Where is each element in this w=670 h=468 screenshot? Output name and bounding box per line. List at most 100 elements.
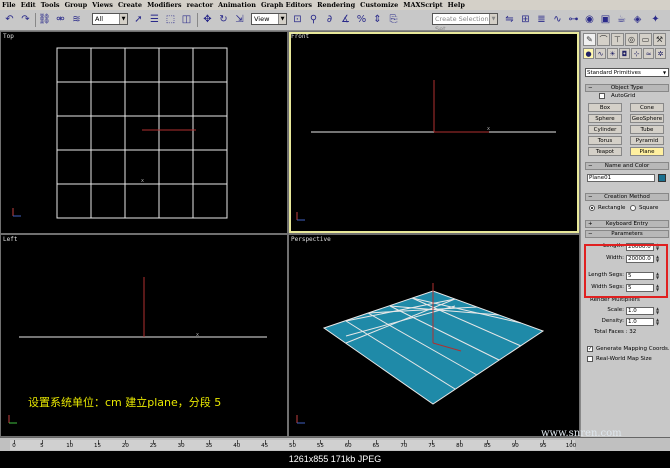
density-spinner-icon[interactable]: ▲ ▼	[655, 318, 660, 326]
display-tab-icon[interactable]: ▭	[639, 33, 652, 46]
motion-tab-icon[interactable]: ◎	[625, 33, 638, 46]
shapes-icon[interactable]: ∿	[595, 48, 606, 59]
select-object-icon[interactable]: ➚	[131, 12, 146, 27]
menu-maxscript[interactable]: MAXScript	[403, 1, 442, 9]
object-type-rollout[interactable]: − Object Type	[585, 84, 669, 92]
render-scene-icon[interactable]: ▣	[598, 12, 613, 27]
snap-toggle-icon[interactable]: ∂	[322, 12, 337, 27]
box-button[interactable]: Box	[588, 103, 622, 112]
menu-reactor[interactable]: reactor	[187, 1, 214, 9]
redo-icon[interactable]: ↷	[18, 12, 33, 27]
autogrid-label: AutoGrid	[611, 93, 636, 99]
density-field[interactable]: 1.0	[626, 318, 654, 326]
time-slider[interactable]: 0 5 10 15 20 25 30 35 40 45 50 55 60 65 70 75 80 85 90 95 10…	[0, 437, 670, 451]
square-radio[interactable]	[630, 205, 636, 211]
utilities-tab-icon[interactable]: ⚒	[653, 33, 666, 46]
systems-icon[interactable]: ✲	[655, 48, 666, 59]
selection-filter-dropdown[interactable]: All ▼	[92, 13, 128, 25]
keyboard-entry-rollout[interactable]: + Keyboard Entry	[585, 220, 669, 228]
menu-rendering[interactable]: Rendering	[317, 1, 355, 9]
mirror-icon[interactable]: ⇋	[502, 12, 517, 27]
real-world-map-checkbox[interactable]	[587, 356, 593, 362]
rectangular-selection-icon[interactable]: ⬚	[163, 12, 178, 27]
material-editor-icon[interactable]: ◉	[582, 12, 597, 27]
modify-tab-icon[interactable]: ⌒	[597, 33, 610, 46]
menu-animation[interactable]: Animation	[218, 1, 256, 9]
select-scale-icon[interactable]: ⇲	[232, 12, 247, 27]
select-by-name-icon[interactable]: ☰	[147, 12, 162, 27]
unlink-icon[interactable]: ⚮	[53, 12, 68, 27]
pyramid-button[interactable]: Pyramid	[630, 136, 664, 145]
layer-manager-icon[interactable]: ≣	[534, 12, 549, 27]
timeline-tick-label: 100	[565, 443, 577, 449]
pivot-center-icon[interactable]: ⊡	[290, 12, 305, 27]
object-name-field[interactable]: Plane01	[587, 174, 655, 182]
undo-icon[interactable]: ↶	[2, 12, 17, 27]
menu-edit[interactable]: Edit	[21, 1, 36, 9]
menu-help[interactable]: Help	[448, 1, 465, 9]
primitive-category-dropdown[interactable]: Standard Primitives ▼	[585, 68, 669, 77]
select-move-icon[interactable]: ✥	[200, 12, 215, 27]
generate-mapping-checkbox[interactable]: ✓	[587, 346, 593, 352]
scale-spinner-icon[interactable]: ▲ ▼	[655, 307, 660, 315]
chevron-down-icon: ▼	[278, 14, 286, 24]
reference-coordinate-dropdown[interactable]: View ▼	[251, 13, 287, 25]
viewport-perspective[interactable]: Perspective	[289, 235, 579, 436]
menu-create[interactable]: Create	[118, 1, 142, 9]
helpers-icon[interactable]: ⊹	[631, 48, 642, 59]
cylinder-button[interactable]: Cylinder	[588, 125, 622, 134]
edit-named-selections-icon[interactable]: ⎘	[386, 12, 401, 27]
space-warps-icon[interactable]: ≈	[643, 48, 654, 59]
menu-views[interactable]: Views	[92, 1, 113, 9]
tube-button[interactable]: Tube	[630, 125, 664, 134]
schematic-view-icon[interactable]: ⊶	[566, 12, 581, 27]
select-rotate-icon[interactable]: ↻	[216, 12, 231, 27]
autogrid-checkbox[interactable]	[599, 93, 605, 99]
menu-tools[interactable]: Tools	[41, 1, 60, 9]
align-icon[interactable]: ⊞	[518, 12, 533, 27]
timeline-tick-label: 20	[121, 443, 129, 449]
menu-group[interactable]: Group	[65, 1, 88, 9]
geometry-icon[interactable]: ●	[583, 48, 594, 59]
sphere-button[interactable]: Sphere	[588, 114, 622, 123]
curve-editor-icon[interactable]: ∿	[550, 12, 565, 27]
rectangle-radio[interactable]	[589, 205, 595, 211]
cone-button[interactable]: Cone	[630, 103, 664, 112]
creation-method-rollout[interactable]: − Creation Method	[585, 193, 669, 201]
scale-field[interactable]: 1.0	[626, 307, 654, 315]
spinner-snap-icon[interactable]: ⇕	[370, 12, 385, 27]
menu-graph-editors[interactable]: Graph Editors	[261, 1, 312, 9]
menu-file[interactable]: File	[2, 1, 16, 9]
viewport-front[interactable]: Front x	[289, 32, 579, 233]
create-tab-icon[interactable]: ✎	[583, 33, 596, 46]
lights-icon[interactable]: ☀	[607, 48, 618, 59]
create-category-icons: ● ∿ ☀ ◘ ⊹ ≈ ✲	[583, 48, 669, 60]
torus-button[interactable]: Torus	[588, 136, 622, 145]
plane-button[interactable]: Plane	[630, 147, 664, 156]
hierarchy-tab-icon[interactable]: ⊤	[611, 33, 624, 46]
select-manipulate-icon[interactable]: ⚲	[306, 12, 321, 27]
cameras-icon[interactable]: ◘	[619, 48, 630, 59]
quick-render-icon[interactable]: ☕	[614, 12, 629, 27]
menu-modifiers[interactable]: Modifiers	[147, 1, 182, 9]
primitive-category-value: Standard Primitives	[587, 70, 641, 76]
object-color-swatch[interactable]	[658, 174, 666, 182]
named-selection-sets-dropdown[interactable]: Create Selection Set ▼	[432, 13, 498, 33]
parameters-rollout[interactable]: − Parameters	[585, 230, 669, 238]
timeline-tick-label: 35	[205, 443, 213, 449]
name-and-color-rollout[interactable]: − Name and Color	[585, 162, 669, 170]
chevron-down-icon: ▼	[489, 14, 497, 24]
menu-customize[interactable]: Customize	[360, 1, 398, 9]
timeline-track[interactable]: 0 5 10 15 20 25 30 35 40 45 50 55 60 65 70 75 80 85 90 95 10…	[10, 440, 577, 450]
angle-snap-icon[interactable]: ∡	[338, 12, 353, 27]
active-shade-icon[interactable]: ✦	[648, 12, 663, 27]
render-type-icon[interactable]: ◈	[630, 12, 645, 27]
percent-snap-icon[interactable]: %	[354, 12, 369, 27]
teapot-button[interactable]: Teapot	[588, 147, 622, 156]
window-crossing-icon[interactable]: ◫	[179, 12, 194, 27]
viewport-top[interactable]: Top x	[1, 32, 287, 233]
geosphere-button[interactable]: GeoSphere	[630, 114, 664, 123]
svg-text:x: x	[196, 332, 199, 338]
bind-space-warp-icon[interactable]: ≋	[69, 12, 84, 27]
select-link-icon[interactable]: ⛓	[37, 12, 52, 27]
